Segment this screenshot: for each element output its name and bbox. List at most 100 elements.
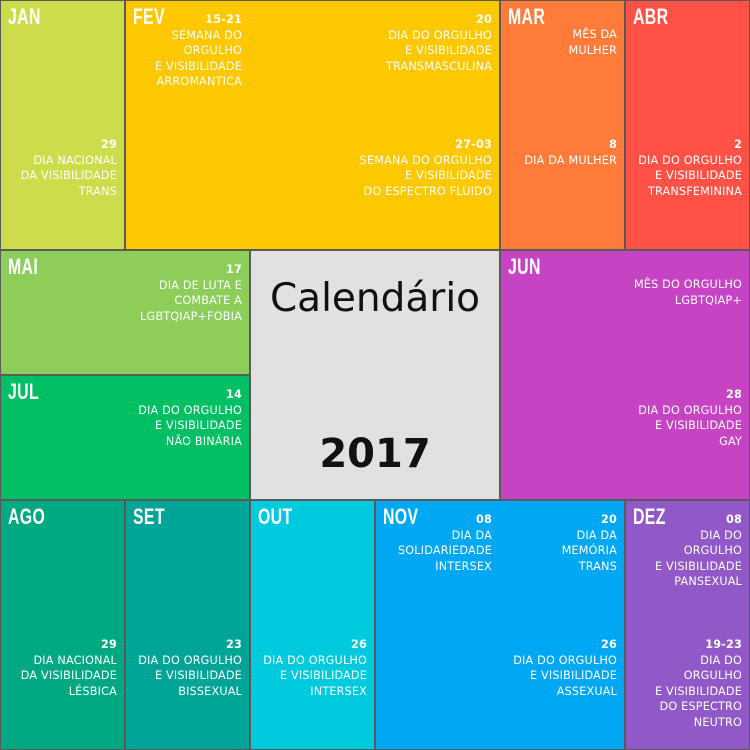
event-date: 14 xyxy=(226,388,242,401)
month-cell-nov: NOV 08 DIA DA SOLIDARIEDADE INTERSEX 20 … xyxy=(375,500,625,750)
event-line: E VISIBILIDADE xyxy=(279,669,367,682)
event-line: DIA DO ORGULHO xyxy=(638,153,742,167)
event-line: E VISIBILIDADE xyxy=(654,419,742,432)
month-label-out: OUT xyxy=(258,504,293,529)
event-jul-14: 14 DIA DO ORGULHO E VISIBILIDADE NÃO BIN… xyxy=(138,387,242,449)
month-cell-mai: MAI 17 DIA DE LUTA E COMBATE A LGBTQIAP+… xyxy=(0,250,250,375)
event-line: DIA DA MULHER xyxy=(524,153,617,167)
event-line: ORGULHO xyxy=(683,544,742,557)
event-line: LÉSBICA xyxy=(68,684,117,698)
event-line: E VISIBILIDADE xyxy=(654,559,742,573)
event-out-26: 26 DIA DO ORGULHO E VISIBILIDADE INTERSE… xyxy=(263,637,367,699)
event-line: SOLIDARIEDADE xyxy=(397,544,492,557)
event-line: DIA DO xyxy=(700,528,742,542)
month-cell-mar: MAR MÊS DA MULHER 8 DIA DA MULHER xyxy=(500,0,625,250)
event-line: E VISIBILIDADE xyxy=(654,684,742,698)
month-cell-jan: JAN 29 DIA NACIONAL DA VISIBILIDADE TRAN… xyxy=(0,0,125,250)
event-mar-month: MÊS DA MULHER xyxy=(568,27,617,58)
event-line: E VISIBILIDADE xyxy=(654,169,742,182)
event-line: DIA DO ORGULHO xyxy=(263,653,367,667)
event-line: NÃO BINÁRIA xyxy=(165,434,242,448)
event-fev-20: 20 DIA DO ORGULHO E VISIBILIDADE TRANSMA… xyxy=(386,12,492,74)
event-line: LGBTQIAP+FOBIA xyxy=(140,309,242,323)
event-date: 20 xyxy=(601,513,617,526)
event-line: ORGULHO xyxy=(183,44,242,57)
event-line: INTERSEX xyxy=(310,684,367,698)
event-line: TRANS xyxy=(78,184,117,198)
event-line: DIA DO xyxy=(700,653,742,667)
event-line: E VISIBILIDADE xyxy=(154,419,242,432)
event-nov-20: 20 DIA DA MEMÓRIA TRANS xyxy=(562,512,617,574)
event-line: ASSEXUAL xyxy=(556,684,617,698)
event-line: DIA DA xyxy=(451,528,492,542)
event-line: DIA DA xyxy=(576,528,617,542)
month-cell-jun: JUN MÊS DO ORGULHO LGBTQIAP+ 28 DIA DO O… xyxy=(500,250,750,500)
event-line: PANSEXUAL xyxy=(674,575,742,588)
event-dez-19-23: 19-23 DIA DO ORGULHO E VISIBILIDADE DO E… xyxy=(655,637,742,730)
month-cell-ago: AGO 29 DIA NACIONAL DA VISIBILIDADE LÉSB… xyxy=(0,500,125,750)
event-line: E VISIBILIDADE xyxy=(404,44,492,57)
event-line: DIA DE LUTA E xyxy=(158,278,242,292)
event-date: 23 xyxy=(226,638,242,651)
event-line: E VISIBILIDADE xyxy=(154,59,242,73)
event-date: 29 xyxy=(101,638,117,651)
event-line: DA VISIBILIDADE xyxy=(20,669,117,682)
event-line: MÊS DA xyxy=(572,28,617,41)
event-date: 08 xyxy=(476,513,492,526)
calendar-year: 2017 xyxy=(319,431,431,477)
event-dez-08: 08 DIA DO ORGULHO E VISIBILIDADE PANSEXU… xyxy=(655,512,742,590)
calendar-title: Calendário xyxy=(269,276,481,321)
event-line: TRANS xyxy=(578,559,617,573)
event-line: DO ESPECTRO FLUIDO xyxy=(363,184,492,198)
month-cell-jul: JUL 14 DIA DO ORGULHO E VISIBILIDADE NÃO… xyxy=(0,375,250,500)
month-cell-fev: FEV 15-21 SEMANA DO ORGULHO E VISIBILIDA… xyxy=(125,0,500,250)
event-line: LGBTQIAP+ xyxy=(674,293,742,307)
month-label-jun: JUN xyxy=(508,254,541,279)
event-line: SEMANA DO ORGULHO xyxy=(359,153,492,167)
event-date: 26 xyxy=(601,638,617,651)
event-nov-26: 26 DIA DO ORGULHO E VISIBILIDADE ASSEXUA… xyxy=(513,637,617,699)
event-date: 20 xyxy=(476,13,492,26)
event-date: 29 xyxy=(101,138,117,151)
month-cell-abr: ABR 2 DIA DO ORGULHO E VISIBILIDADE TRAN… xyxy=(625,0,750,250)
month-label-jul: JUL xyxy=(8,379,40,404)
month-label-ago: AGO xyxy=(8,504,46,529)
event-line: DIA DO ORGULHO xyxy=(138,653,242,667)
event-line: DIA NACIONAL xyxy=(33,153,117,167)
event-line: ARROMANTICA xyxy=(156,75,242,88)
event-line: DIA DO ORGULHO xyxy=(638,403,742,417)
event-ago-29: 29 DIA NACIONAL DA VISIBILIDADE LÉSBICA xyxy=(21,637,117,699)
month-cell-dez: DEZ 08 DIA DO ORGULHO E VISIBILIDADE PAN… xyxy=(625,500,750,750)
event-abr-2: 2 DIA DO ORGULHO E VISIBILIDADE TRANSFEM… xyxy=(638,137,742,199)
event-nov-08: 08 DIA DA SOLIDARIEDADE INTERSEX xyxy=(398,512,492,574)
event-line: DA VISIBILIDADE xyxy=(20,169,117,182)
event-jun-month: MÊS DO ORGULHO LGBTQIAP+ xyxy=(634,277,742,308)
event-line: DIA DO ORGULHO xyxy=(388,28,492,42)
event-line: E VISIBILIDADE xyxy=(404,169,492,182)
month-label-set: SET xyxy=(133,504,165,529)
event-line: DIA DO ORGULHO xyxy=(138,403,242,417)
event-line: E VISIBILIDADE xyxy=(529,669,617,682)
event-line: TRANSMASCULINA xyxy=(385,59,492,73)
month-label-jan: JAN xyxy=(8,4,41,29)
event-line: ORGULHO xyxy=(683,669,742,682)
calendar-title-panel: Calendário 2017 xyxy=(250,250,500,500)
event-date: 27-03 xyxy=(455,138,492,151)
month-label-mar: MAR xyxy=(508,4,546,29)
event-line: SEMANA DO xyxy=(171,28,242,42)
event-line: DIA DO ORGULHO xyxy=(513,653,617,667)
event-date: 8 xyxy=(609,138,617,151)
event-line: DIA NACIONAL xyxy=(33,653,117,667)
event-line: MEMÓRIA xyxy=(561,544,617,557)
event-date: 15-21 xyxy=(205,13,242,26)
event-date: 26 xyxy=(351,638,367,651)
month-label-abr: ABR xyxy=(633,4,669,29)
event-fev-15-21: 15-21 SEMANA DO ORGULHO E VISIBILIDADE A… xyxy=(155,12,242,90)
event-mai-17: 17 DIA DE LUTA E COMBATE A LGBTQIAP+FOBI… xyxy=(140,262,242,324)
month-label-mai: MAI xyxy=(8,254,39,279)
event-date: 08 xyxy=(726,513,742,526)
event-line: BISSEXUAL xyxy=(178,684,242,698)
event-line: NEUTRO xyxy=(693,715,742,729)
event-jan-29: 29 DIA NACIONAL DA VISIBILIDADE TRANS xyxy=(21,137,117,199)
event-line: MULHER xyxy=(568,43,617,57)
